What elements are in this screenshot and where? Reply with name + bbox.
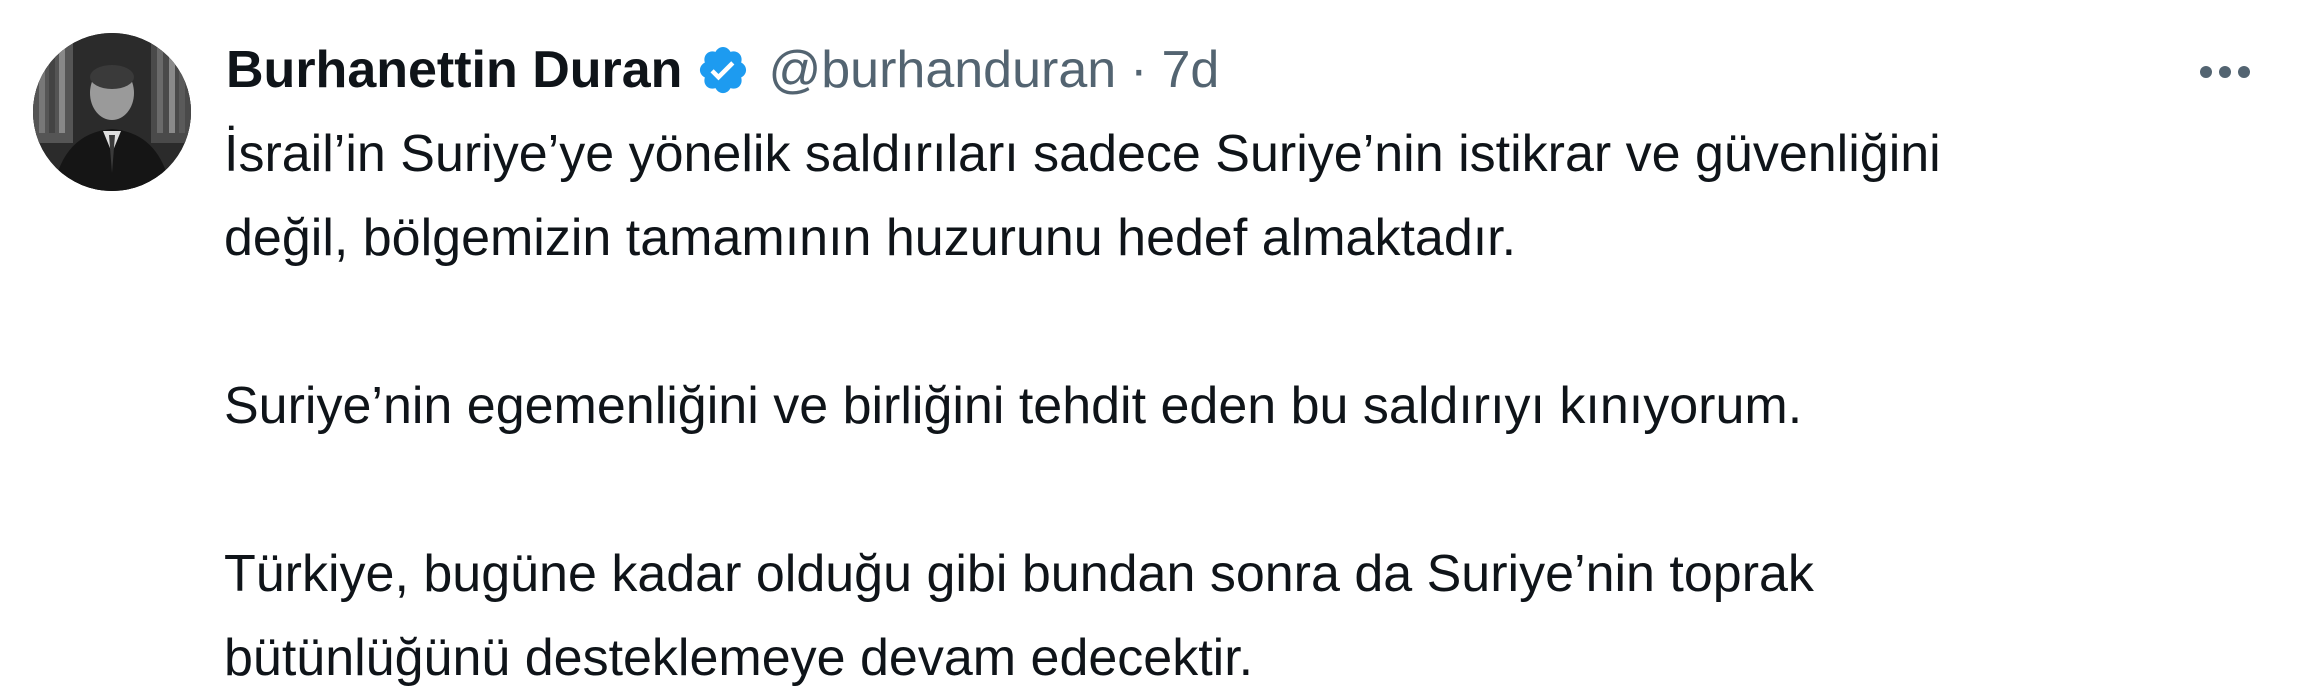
header-separator: · xyxy=(1130,41,1148,99)
tweet-line: İsrail’in Suriye’ye yönelik saldırıları … xyxy=(224,125,1941,183)
tweet-timestamp[interactable]: 7d xyxy=(1161,40,1219,100)
tweet-line: değil, bölgemizin tamamının huzurunu hed… xyxy=(224,209,1517,267)
tweet-header: Burhanettin Duran @burhanduran · 7d xyxy=(226,30,1219,110)
tweet-line: bütünlüğünü desteklemeye devam edecektir… xyxy=(224,629,1254,687)
tweet-paragraph-1: İsrail’in Suriye’ye yönelik saldırıları … xyxy=(224,112,2284,280)
tweet-card[interactable]: Burhanettin Duran @burhanduran · 7d İsra… xyxy=(0,0,2311,687)
tweet-body: İsrail’in Suriye’ye yönelik saldırıları … xyxy=(224,112,2284,700)
verified-badge-icon xyxy=(696,43,750,97)
avatar-photo xyxy=(33,33,191,191)
tweet-paragraph-2: Suriye’nin egemenliğini ve birliğini teh… xyxy=(224,364,2284,448)
tweet-line: Türkiye, bugüne kadar olduğu gibi bundan… xyxy=(224,545,1814,603)
author-display-name[interactable]: Burhanettin Duran xyxy=(226,40,682,100)
tweet-line: Suriye’nin egemenliğini ve birliğini teh… xyxy=(224,377,1803,435)
author-handle[interactable]: @burhanduran xyxy=(768,40,1116,100)
avatar[interactable] xyxy=(33,33,191,191)
more-horizontal-icon[interactable] xyxy=(2190,42,2260,102)
